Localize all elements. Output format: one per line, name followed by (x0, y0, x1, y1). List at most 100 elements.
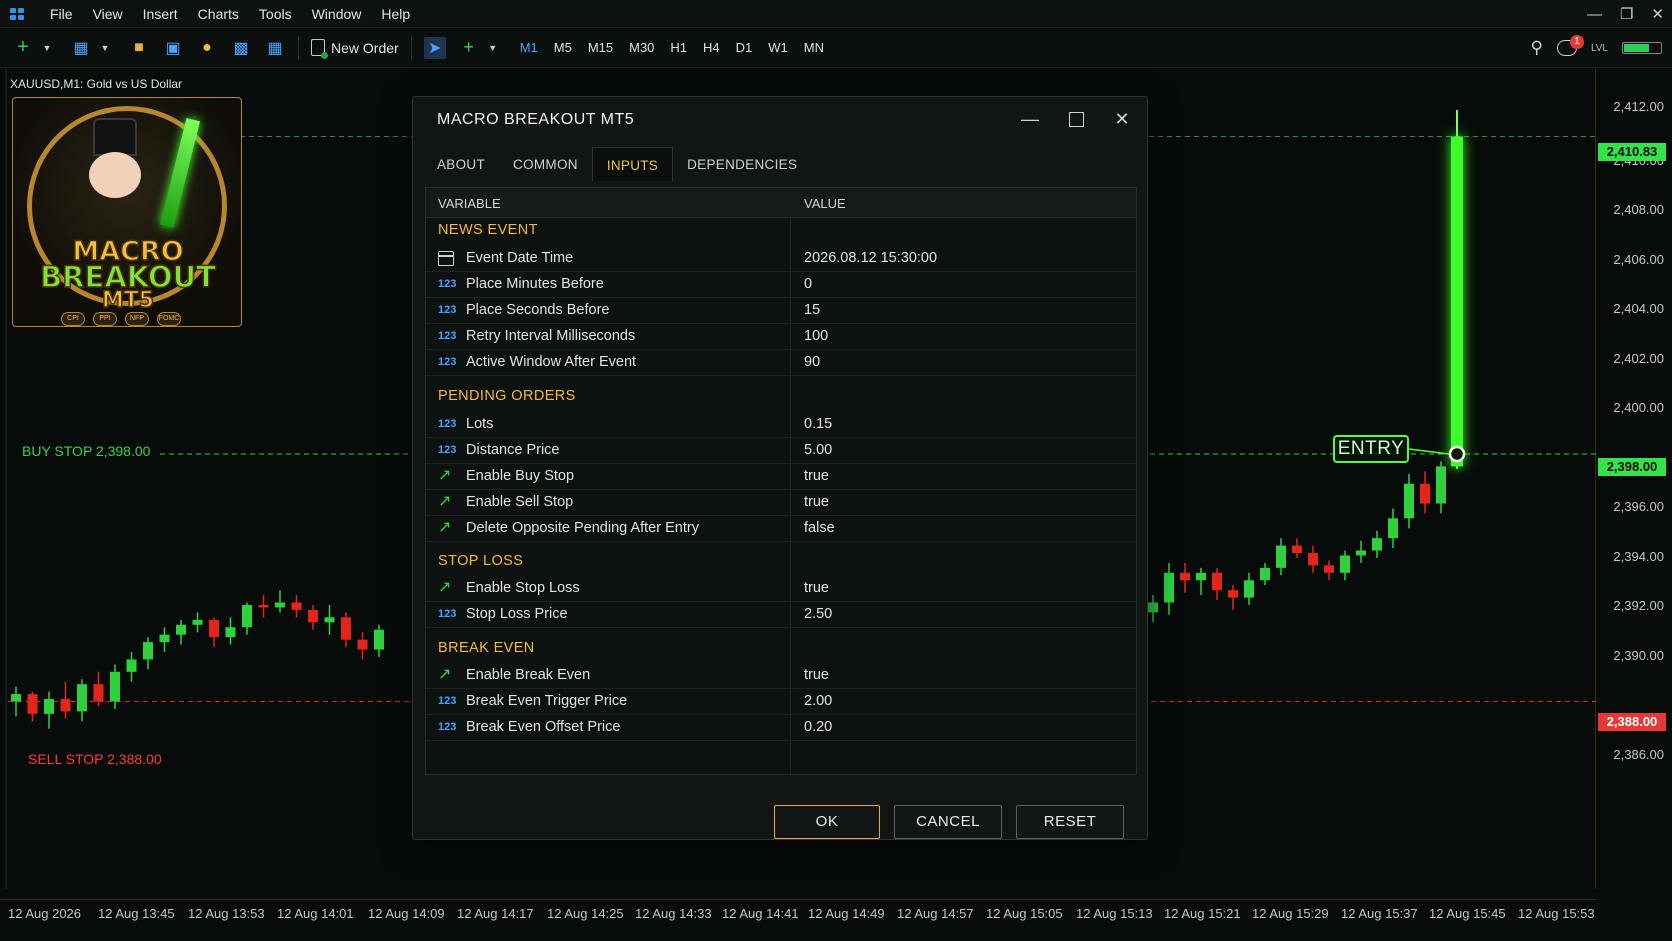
input-row[interactable]: ↗ Enable Stop Loss true (426, 574, 1136, 602)
navigator-icon[interactable]: ▩ (230, 37, 252, 59)
strategy-tester-icon[interactable]: ▦ (264, 37, 286, 59)
timeframe-m30[interactable]: M30 (629, 40, 654, 55)
menu-view[interactable]: View (83, 6, 133, 22)
input-value[interactable]: 100 (804, 328, 828, 344)
dropdown-arrow-icon[interactable]: ▼ (482, 37, 504, 59)
time-tick: 12 Aug 14:33 (635, 906, 712, 921)
time-axis[interactable]: 12 Aug 2026 12 Aug 13:45 12 Aug 13:53 12… (0, 899, 1596, 941)
new-order-label: New Order (331, 39, 399, 56)
input-value[interactable]: 0.20 (804, 719, 832, 735)
timeframe-m15[interactable]: M15 (588, 40, 613, 55)
input-value[interactable]: false (804, 520, 835, 536)
dropdown-arrow-icon[interactable]: ▼ (36, 37, 58, 59)
input-value[interactable]: 2.50 (804, 606, 832, 622)
profiles-icon[interactable]: ▦ (70, 37, 92, 59)
input-value[interactable]: 90 (804, 354, 820, 370)
number-icon: 123 (438, 444, 457, 456)
dialog-minimize-icon[interactable]: — (1015, 105, 1045, 133)
menu-insert[interactable]: Insert (133, 6, 188, 22)
cursor-tool-icon[interactable]: ➤ (423, 36, 446, 59)
new-chart-icon[interactable]: + (12, 36, 34, 59)
timeframe-m1[interactable]: M1 (520, 40, 538, 55)
input-row[interactable]: 123 Active Window After Event 90 (426, 348, 1136, 376)
timeframe-m5[interactable]: M5 (554, 40, 572, 55)
candle-body (258, 604, 269, 608)
input-row[interactable]: 123 Distance Price 5.00 (426, 436, 1136, 464)
input-name: Retry Interval Milliseconds (466, 328, 636, 344)
logo-token-nfp: NFP (125, 312, 149, 326)
input-row[interactable]: 123 Break Even Offset Price 0.20 (426, 713, 1136, 741)
time-tick: 12 Aug 13:53 (188, 906, 265, 921)
input-row[interactable]: ↗ Enable Break Even true (426, 661, 1136, 689)
time-tick: 12 Aug 15:13 (1076, 906, 1153, 921)
tab-dependencies[interactable]: DEPENDENCIES (673, 147, 811, 181)
time-tick: 12 Aug 14:17 (457, 906, 534, 921)
timeframe-w1[interactable]: W1 (768, 40, 788, 55)
time-tick: 12 Aug 15:37 (1341, 906, 1418, 921)
price-tick: 2,402.00 (1613, 351, 1664, 366)
dialog-maximize-icon[interactable] (1061, 105, 1091, 133)
save-icon[interactable]: ▣ (162, 37, 184, 59)
input-row[interactable]: Event Date Time 2026.08.12 15:30:00 (426, 244, 1136, 272)
input-value[interactable]: true (804, 667, 829, 683)
ok-button[interactable]: OK (774, 805, 880, 839)
timeframe-h4[interactable]: H4 (703, 40, 720, 55)
timeframe-d1[interactable]: D1 (736, 40, 753, 55)
input-value[interactable]: 15 (804, 302, 820, 318)
time-tick: 12 Aug 14:41 (722, 906, 799, 921)
menu-help[interactable]: Help (371, 6, 420, 22)
timeframe-h1[interactable]: H1 (670, 40, 687, 55)
input-value[interactable]: 0 (804, 276, 812, 292)
market-watch-icon[interactable]: ● (196, 37, 218, 59)
input-row[interactable]: ↗ Enable Buy Stop true (426, 462, 1136, 490)
candle-body (1196, 572, 1206, 581)
candle-body (308, 609, 318, 623)
menu-file[interactable]: File (40, 6, 83, 22)
input-value[interactable]: 0.15 (804, 416, 832, 432)
menu-window[interactable]: Window (302, 6, 372, 22)
input-value[interactable]: 2.00 (804, 693, 832, 709)
level-meter-fill (1624, 44, 1649, 52)
crosshair-icon[interactable]: + (458, 37, 480, 59)
app-logo-icon (10, 7, 24, 20)
price-axis[interactable]: 2,412.00 2,410.00 2,408.00 2,406.00 2,40… (1596, 69, 1672, 889)
dropdown-arrow-icon[interactable]: ▼ (94, 37, 116, 59)
timeframe-mn[interactable]: MN (804, 40, 824, 55)
input-row[interactable]: ↗ Delete Opposite Pending After Entry fals… (426, 514, 1136, 542)
input-value[interactable]: true (804, 494, 829, 510)
tab-about[interactable]: ABOUT (423, 147, 499, 181)
logo-text-mt5: MT5 (101, 287, 155, 314)
input-row[interactable]: ↗ Enable Sell Stop true (426, 488, 1136, 516)
input-value[interactable]: 2026.08.12 15:30:00 (804, 250, 937, 266)
input-value[interactable]: true (804, 580, 829, 596)
window-restore-icon[interactable]: ❐ (1620, 5, 1633, 23)
reset-button[interactable]: RESET (1016, 805, 1124, 839)
input-row[interactable]: 123 Place Seconds Before 15 (426, 296, 1136, 324)
cancel-button[interactable]: CANCEL (894, 805, 1002, 839)
tab-common[interactable]: COMMON (499, 147, 592, 181)
notifications-icon[interactable]: 1 (1556, 35, 1584, 56)
input-value[interactable]: 5.00 (804, 442, 832, 458)
window-close-icon[interactable]: ✕ (1651, 5, 1664, 23)
search-icon[interactable]: ⚲ (1530, 38, 1542, 58)
input-row[interactable]: 123 Lots 0.15 (426, 410, 1136, 438)
input-row[interactable]: 123 Place Minutes Before 0 (426, 270, 1136, 298)
menu-charts[interactable]: Charts (188, 6, 249, 22)
candle-body (44, 699, 54, 714)
dialog-close-icon[interactable]: ✕ (1107, 105, 1137, 133)
input-value[interactable]: true (804, 468, 829, 484)
number-icon: 123 (438, 356, 457, 368)
table-header: VARIABLE VALUE (426, 188, 1136, 218)
window-minimize-icon[interactable]: — (1587, 6, 1602, 23)
open-folder-icon[interactable]: ■ (128, 37, 150, 59)
new-order-button[interactable]: New Order (311, 39, 399, 59)
candle-body (275, 602, 285, 608)
input-row[interactable]: 123 Retry Interval Milliseconds 100 (426, 322, 1136, 350)
column-header-value[interactable]: VALUE (804, 196, 846, 211)
input-row[interactable]: 123 Stop Loss Price 2.50 (426, 600, 1136, 628)
column-header-variable[interactable]: VARIABLE (438, 196, 501, 211)
tab-inputs[interactable]: INPUTS (591, 147, 674, 181)
input-row[interactable]: 123 Break Even Trigger Price 2.00 (426, 687, 1136, 715)
menu-tools[interactable]: Tools (249, 6, 302, 22)
candle-body (143, 642, 153, 660)
